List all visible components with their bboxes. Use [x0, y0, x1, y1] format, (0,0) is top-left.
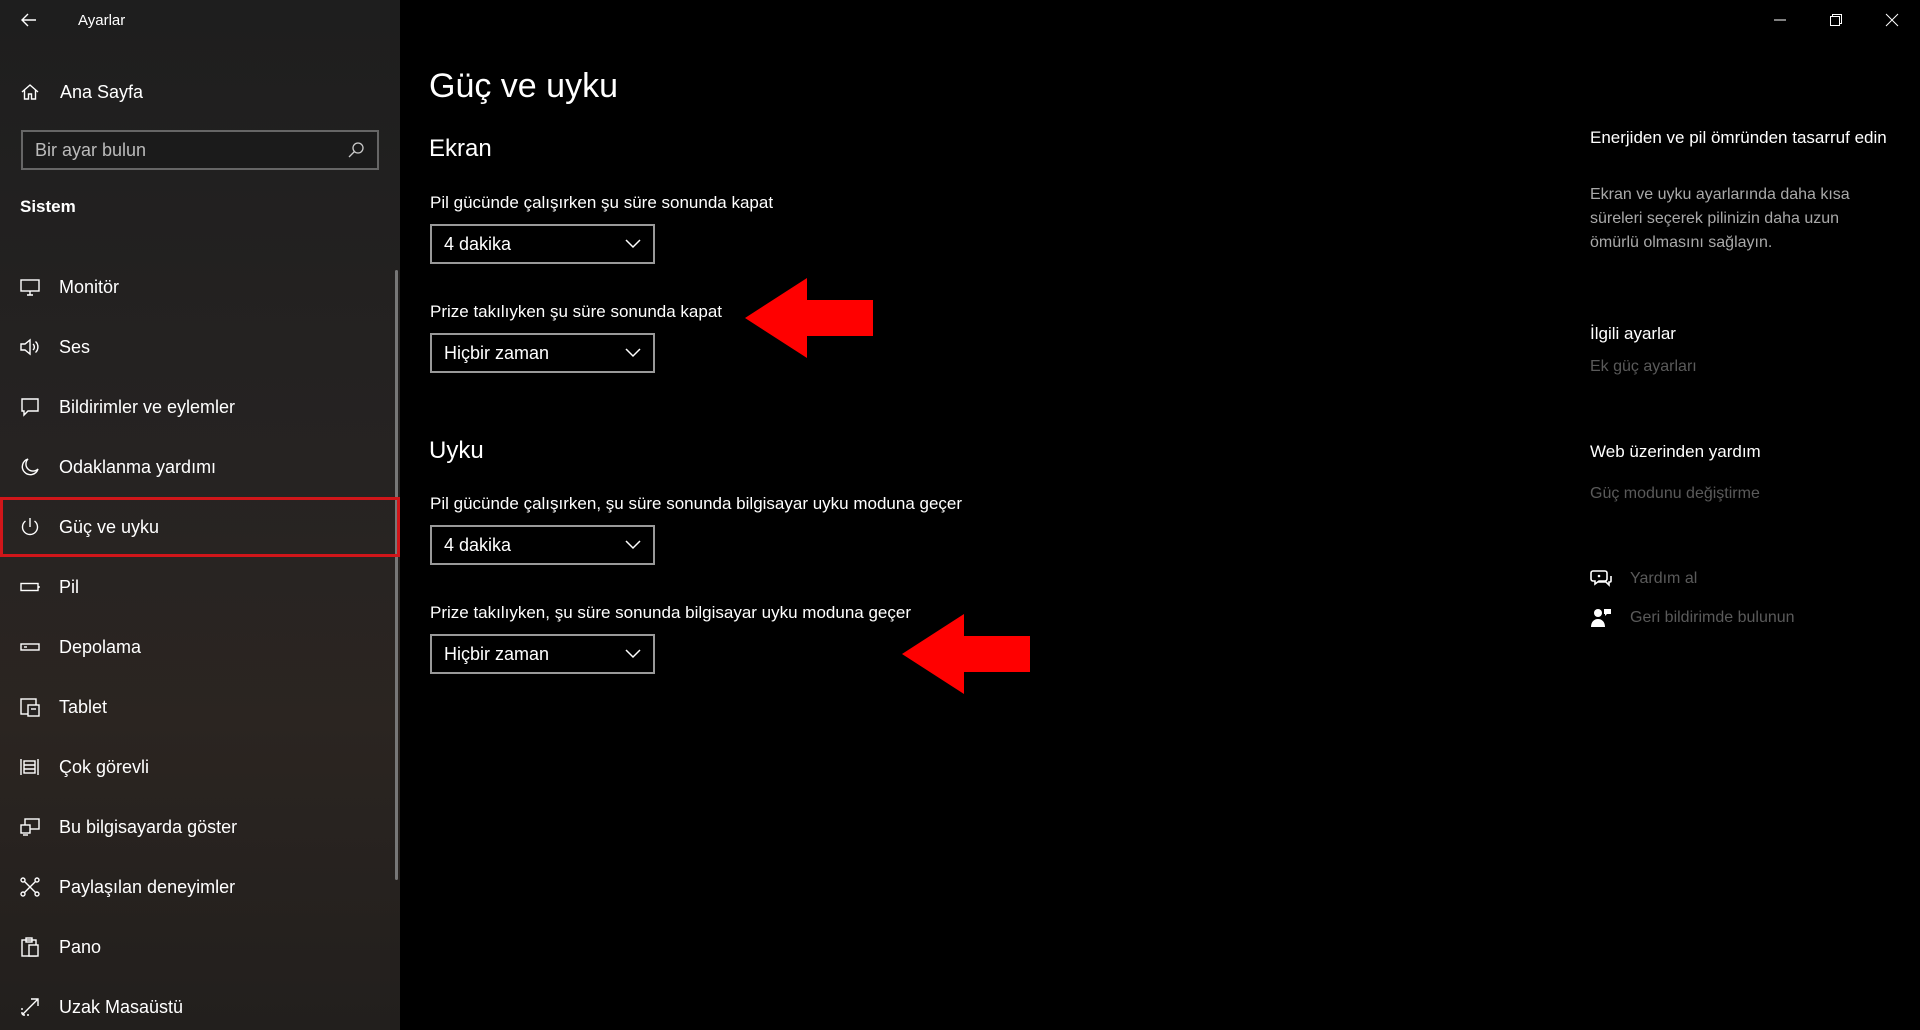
moon-icon: [21, 458, 39, 476]
sidebar-item-remote-desktop[interactable]: Uzak Masaüstü: [0, 977, 400, 1030]
dropdown-value: Hiçbir zaman: [444, 342, 550, 363]
page-title: Güç ve uyku: [429, 67, 618, 105]
storage-icon: [20, 643, 40, 651]
sidebar-item-label: Paylaşılan deneyimler: [59, 876, 236, 897]
home-label: Ana Sayfa: [60, 81, 144, 102]
section-header-system: Sistem: [20, 197, 76, 216]
tablet-icon: [20, 698, 40, 717]
screen-plugged-dropdown[interactable]: Hiçbir zaman: [430, 333, 655, 373]
sidebar-item-label: Pano: [59, 936, 102, 957]
projecting-icon: [20, 818, 40, 836]
sidebar-item-battery[interactable]: Pil: [0, 557, 400, 617]
web-help-title: Web üzerinden yardım: [1590, 442, 1761, 461]
chevron-down-icon: [625, 239, 641, 249]
sidebar-item-label: Bu bilgisayarda göster: [59, 816, 238, 837]
tip-title: Enerjiden ve pil ömründen tasarruf edin: [1590, 128, 1887, 147]
sidebar-item-multitasking[interactable]: Çok görevli: [0, 737, 400, 797]
sidebar-item-label: Tablet: [59, 696, 108, 717]
annotation-arrow-icon: [902, 614, 1030, 694]
sidebar-item-label: Odaklanma yardımı: [59, 456, 217, 477]
sleep-plugged-dropdown[interactable]: Hiçbir zaman: [430, 634, 655, 674]
window-controls: [1752, 0, 1920, 40]
chevron-down-icon: [625, 649, 641, 659]
settings-search[interactable]: [21, 130, 379, 170]
dropdown-value: 4 dakika: [444, 534, 512, 555]
chevron-down-icon: [625, 540, 641, 550]
multitasking-icon: [20, 759, 39, 775]
sidebar-item-label: Depolama: [59, 636, 142, 657]
sidebar-item-power-sleep[interactable]: Güç ve uyku: [0, 497, 400, 557]
sleep-battery-label: Pil gücünde çalışırken, şu süre sonunda …: [430, 494, 963, 513]
sidebar-nav: Monitör Ses Bildirimler ve eylemler Odak…: [0, 257, 400, 1030]
sidebar-item-tablet[interactable]: Tablet: [0, 677, 400, 737]
home-icon: [21, 84, 39, 100]
search-icon[interactable]: [347, 141, 365, 159]
dropdown-value: 4 dakika: [444, 233, 512, 254]
close-button[interactable]: [1864, 0, 1920, 40]
get-help-link[interactable]: Yardım al: [1590, 568, 1697, 590]
notification-icon: [21, 398, 39, 417]
sidebar-item-label: Çok görevli: [59, 756, 150, 777]
sidebar-item-label: Uzak Masaüstü: [59, 996, 184, 1017]
sleep-battery-dropdown[interactable]: 4 dakika: [430, 525, 655, 565]
sidebar-item-label: Güç ve uyku: [59, 516, 160, 537]
sidebar-item-shared-experiences[interactable]: Paylaşılan deneyimler: [0, 857, 400, 917]
screen-section-title: Ekran: [429, 135, 492, 162]
sidebar-item-label: Bildirimler ve eylemler: [59, 396, 236, 417]
back-arrow-icon: [21, 13, 36, 27]
sidebar-item-focus-assist[interactable]: Odaklanma yardımı: [0, 437, 400, 497]
annotation-arrow-icon: [745, 278, 873, 358]
sidebar-item-label: Ses: [59, 336, 91, 357]
sidebar-item-label: Pil: [59, 576, 80, 597]
dropdown-value: Hiçbir zaman: [444, 643, 550, 664]
screen-battery-dropdown[interactable]: 4 dakika: [430, 224, 655, 264]
app-title: Ayarlar: [78, 11, 126, 29]
restore-button[interactable]: [1808, 0, 1864, 40]
change-power-mode-link[interactable]: Güç modunu değiştirme: [1590, 485, 1760, 503]
speaker-icon: [20, 338, 39, 356]
chevron-down-icon: [625, 348, 641, 358]
screen-battery-label: Pil gücünde çalışırken şu süre sonunda k…: [430, 193, 774, 212]
clipboard-icon: [21, 937, 39, 957]
home-button[interactable]: Ana Sayfa: [0, 68, 400, 116]
give-feedback-link[interactable]: Geri bildirimde bulunun: [1590, 607, 1795, 629]
additional-power-settings-link[interactable]: Ek güç ayarları: [1590, 358, 1697, 376]
sleep-plugged-label: Prize takılıyken, şu süre sonunda bilgis…: [430, 603, 911, 622]
close-icon: [1885, 13, 1899, 27]
sidebar-item-notifications[interactable]: Bildirimler ve eylemler: [0, 377, 400, 437]
tip-description: Ekran ve uyku ayarlarında daha kısa süre…: [1590, 186, 1850, 251]
minimize-icon: [1774, 19, 1786, 21]
sidebar-item-monitor[interactable]: Monitör: [0, 257, 400, 317]
get-help-label: Yardım al: [1630, 570, 1698, 587]
sidebar-item-sound[interactable]: Ses: [0, 317, 400, 377]
sidebar: Ayarlar Ana Sayfa Sistem Monitör Ses Bil…: [0, 0, 400, 1030]
shared-experiences-icon: [20, 877, 40, 897]
power-icon: [21, 518, 39, 536]
titlebar: Ayarlar: [0, 0, 400, 40]
chat-help-icon: [1590, 570, 1612, 587]
feedback-icon: [1591, 609, 1611, 627]
minimize-button[interactable]: [1752, 0, 1808, 40]
remote-desktop-icon: [21, 998, 39, 1016]
sidebar-item-clipboard[interactable]: Pano: [0, 917, 400, 977]
battery-icon: [20, 582, 40, 592]
search-input[interactable]: [35, 139, 347, 161]
restore-icon: [1830, 14, 1842, 26]
sidebar-item-storage[interactable]: Depolama: [0, 617, 400, 677]
sleep-section-title: Uyku: [429, 437, 484, 464]
main-content: Güç ve uyku Ekran Pil gücünde çalışırken…: [400, 0, 1920, 1030]
feedback-label: Geri bildirimde bulunun: [1630, 609, 1795, 626]
related-settings-title: İlgili ayarlar: [1590, 324, 1676, 343]
monitor-icon: [20, 279, 40, 296]
back-button[interactable]: [0, 0, 58, 40]
sidebar-item-label: Monitör: [59, 276, 120, 297]
screen-plugged-label: Prize takılıyken şu süre sonunda kapat: [430, 302, 722, 321]
sidebar-item-projecting[interactable]: Bu bilgisayarda göster: [0, 797, 400, 857]
